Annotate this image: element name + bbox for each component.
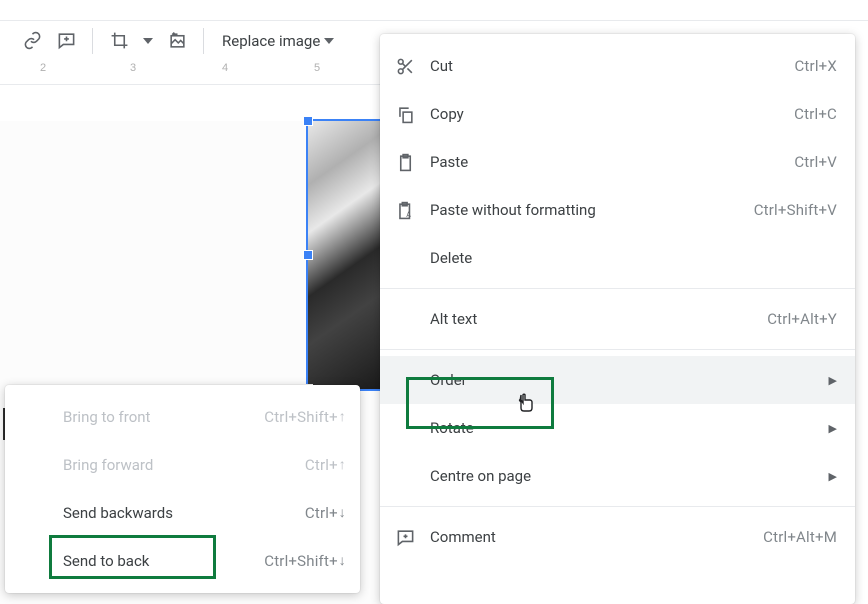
menu-shortcut: Ctrl+V <box>794 153 837 171</box>
menu-label: Send to back <box>23 552 264 570</box>
link-icon[interactable] <box>18 27 46 55</box>
menu-label: Order <box>430 371 829 389</box>
menu-shortcut: Ctrl+Alt+Y <box>767 310 837 328</box>
crop-dropdown-icon[interactable] <box>139 27 157 55</box>
menu-item-comment[interactable]: Comment Ctrl+Alt+M <box>380 513 855 561</box>
selected-image[interactable] <box>308 121 383 389</box>
replace-image-dropdown[interactable]: Replace image <box>216 32 340 50</box>
menu-item-order[interactable]: Order ▶ <box>380 356 855 404</box>
menu-label: Paste without formatting <box>430 201 754 219</box>
menu-shortcut: Ctrl+Shift+↑ <box>264 408 346 426</box>
submenu-arrow-icon: ▶ <box>829 374 837 387</box>
menu-shortcut: Ctrl+X <box>794 57 837 75</box>
menu-item-alt-text[interactable]: Alt text Ctrl+Alt+Y <box>380 295 855 343</box>
menu-shortcut: Ctrl+Shift+↓ <box>264 552 346 570</box>
menu-item-paste[interactable]: Paste Ctrl+V <box>380 138 855 186</box>
menu-item-delete[interactable]: Delete <box>380 234 855 282</box>
paste-nf-icon: A <box>396 201 430 220</box>
resize-handle[interactable] <box>304 117 312 125</box>
menu-label: Comment <box>430 528 763 546</box>
submenu-item-send-backwards[interactable]: Send backwards Ctrl+↓ <box>5 489 360 537</box>
submenu-item-bring-forward: Bring forward Ctrl+↑ <box>5 441 360 489</box>
copy-icon <box>396 105 430 124</box>
menu-item-paste-without-formatting[interactable]: A Paste without formatting Ctrl+Shift+V <box>380 186 855 234</box>
submenu-arrow-icon: ▶ <box>829 422 837 435</box>
menu-label: Delete <box>430 249 837 267</box>
menu-item-cut[interactable]: Cut Ctrl+X <box>380 42 855 90</box>
add-comment-icon[interactable] <box>52 27 80 55</box>
menu-label: Copy <box>430 105 794 123</box>
menu-item-copy[interactable]: Copy Ctrl+C <box>380 90 855 138</box>
menu-label: Rotate <box>430 419 829 437</box>
order-submenu: Bring to front Ctrl+Shift+↑ Bring forwar… <box>5 385 360 593</box>
menu-separator <box>380 349 855 350</box>
reset-image-icon[interactable] <box>163 27 191 55</box>
replace-image-label: Replace image <box>222 32 320 50</box>
menu-shortcut: Ctrl+Shift+V <box>754 201 837 219</box>
menu-item-rotate[interactable]: Rotate ▶ <box>380 404 855 452</box>
cut-icon <box>396 57 430 76</box>
svg-text:A: A <box>406 209 411 218</box>
menu-separator <box>380 288 855 289</box>
menu-item-centre-on-page[interactable]: Centre on page ▶ <box>380 452 855 500</box>
submenu-arrow-icon: ▶ <box>829 470 837 483</box>
menu-separator <box>380 506 855 507</box>
context-menu: Cut Ctrl+X Copy Ctrl+C Paste Ctrl+V A Pa… <box>380 34 855 604</box>
menu-label: Centre on page <box>430 467 829 485</box>
menu-shortcut: Ctrl+Alt+M <box>763 528 837 546</box>
menu-label: Paste <box>430 153 794 171</box>
comment-icon <box>396 528 430 547</box>
menu-label: Send backwards <box>23 504 305 522</box>
menu-label: Bring to front <box>23 408 264 426</box>
toolbar-separator <box>92 28 93 54</box>
submenu-item-bring-to-front: Bring to front Ctrl+Shift+↑ <box>5 393 360 441</box>
crop-icon[interactable] <box>105 27 133 55</box>
menu-shortcut: Ctrl+C <box>794 105 837 123</box>
resize-handle[interactable] <box>304 251 312 259</box>
menu-label: Cut <box>430 57 794 75</box>
ruler: 2 3 4 5 <box>0 62 380 82</box>
paste-icon <box>396 153 430 172</box>
menu-shortcut: Ctrl+↓ <box>305 504 346 522</box>
submenu-item-send-to-back[interactable]: Send to back Ctrl+Shift+↓ <box>5 537 360 585</box>
menu-label: Bring forward <box>23 456 305 474</box>
menu-shortcut: Ctrl+↑ <box>305 456 346 474</box>
menu-label: Alt text <box>430 310 767 328</box>
toolbar-separator <box>203 28 204 54</box>
